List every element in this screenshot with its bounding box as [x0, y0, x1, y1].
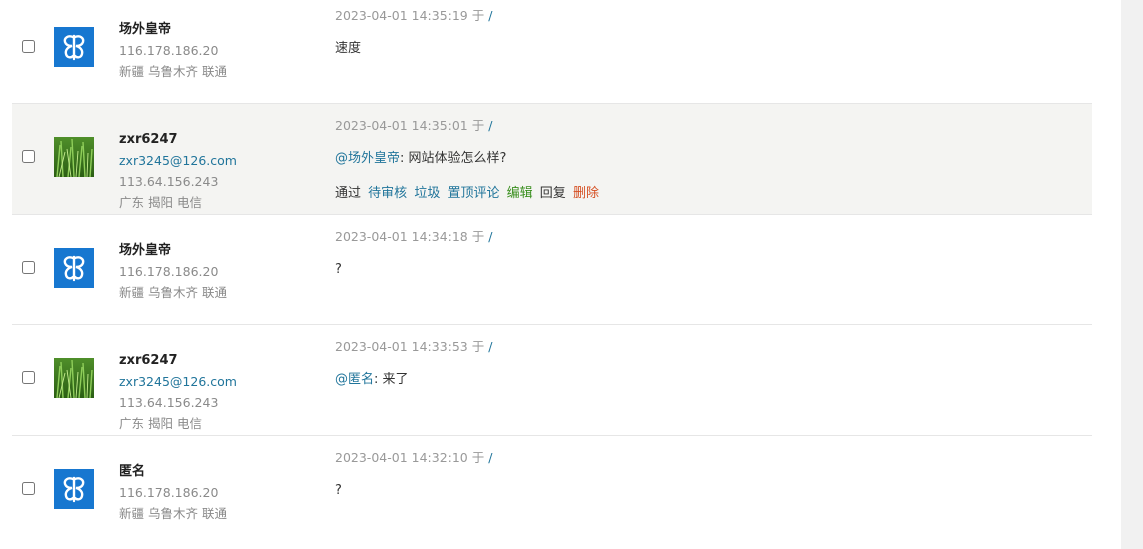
comment-content: 速度: [335, 40, 361, 58]
comment-text: : 网站体验怎么样?: [400, 151, 507, 166]
comment-datetime: 2023-04-01 14:33:53: [335, 339, 468, 354]
avatar-butterfly-icon: [54, 27, 94, 67]
comment-select-checkbox[interactable]: [22, 150, 35, 163]
author-name: 场外皇帝: [119, 22, 172, 37]
comment-select-checkbox[interactable]: [22, 482, 35, 495]
comment-text: : 来了: [374, 372, 409, 387]
comment-meta: 2023-04-01 14:33:53 于 /: [335, 339, 492, 355]
author-ip: 116.178.186.20: [119, 43, 219, 58]
reply-action[interactable]: 回复: [540, 186, 566, 201]
comment-datetime: 2023-04-01 14:35:01: [335, 118, 468, 133]
author-name: 场外皇帝: [119, 243, 172, 258]
comment-content: ?: [335, 261, 342, 279]
comment-meta: 2023-04-01 14:35:19 于 /: [335, 8, 492, 24]
pin-comment-action[interactable]: 置顶评论: [447, 186, 499, 201]
comment-at-label: 于: [471, 229, 485, 244]
comment-post-link[interactable]: /: [488, 229, 492, 244]
comment-text: ?: [335, 262, 342, 277]
comment-post-link[interactable]: /: [488, 450, 492, 465]
comment-content: @匿名: 来了: [335, 371, 409, 389]
comment-at-label: 于: [471, 339, 485, 354]
comment-author-block: 匿名 116.178.186.20 新疆 乌鲁木齐 联通: [119, 462, 319, 524]
comment-datetime: 2023-04-01 14:32:10: [335, 450, 468, 465]
comment-post-link[interactable]: /: [488, 118, 492, 133]
comment-content: @场外皇帝: 网站体验怎么样?: [335, 150, 506, 168]
author-email-link[interactable]: zxr3245@126.com: [119, 150, 319, 171]
comment-row: 场外皇帝 116.178.186.20 新疆 乌鲁木齐 联通 2023-04-0…: [12, 0, 1092, 104]
comment-meta: 2023-04-01 14:34:18 于 /: [335, 229, 492, 245]
comment-author-block: zxr6247 zxr3245@126.com 113.64.156.243 广…: [119, 351, 319, 434]
author-name: 匿名: [119, 464, 146, 479]
comment-text: ?: [335, 483, 342, 498]
author-location: 广东 揭阳 电信: [119, 416, 202, 431]
comment-list: 场外皇帝 116.178.186.20 新疆 乌鲁木齐 联通 2023-04-0…: [12, 0, 1092, 546]
avatar-butterfly-icon: [54, 248, 94, 288]
author-ip: 113.64.156.243: [119, 174, 219, 189]
author-name: zxr6247: [119, 353, 178, 368]
avatar-grass-icon: [54, 358, 94, 398]
author-ip: 116.178.186.20: [119, 485, 219, 500]
approve-action[interactable]: 通过: [335, 186, 361, 201]
comment-post-link[interactable]: /: [488, 8, 492, 23]
pending-action[interactable]: 待审核: [368, 186, 407, 201]
comment-row: 场外皇帝 116.178.186.20 新疆 乌鲁木齐 联通 2023-04-0…: [12, 215, 1092, 325]
comment-select-checkbox[interactable]: [22, 40, 35, 53]
edit-action[interactable]: 编辑: [507, 186, 533, 201]
comment-text: 速度: [335, 41, 362, 56]
author-location: 广东 揭阳 电信: [119, 195, 202, 210]
comment-at-label: 于: [471, 118, 485, 133]
comment-row: zxr6247 zxr3245@126.com 113.64.156.243 广…: [12, 104, 1092, 215]
comment-meta: 2023-04-01 14:35:01 于 /: [335, 118, 492, 134]
author-location: 新疆 乌鲁木齐 联通: [119, 506, 227, 521]
comment-row: 匿名 116.178.186.20 新疆 乌鲁木齐 联通 2023-04-01 …: [12, 436, 1092, 546]
comment-meta: 2023-04-01 14:32:10 于 /: [335, 450, 492, 466]
author-location: 新疆 乌鲁木齐 联通: [119, 64, 227, 79]
author-email-link[interactable]: zxr3245@126.com: [119, 371, 319, 392]
comment-datetime: 2023-04-01 14:35:19: [335, 8, 468, 23]
author-ip: 113.64.156.243: [119, 395, 219, 410]
comment-post-link[interactable]: /: [488, 339, 492, 354]
comment-select-checkbox[interactable]: [22, 261, 35, 274]
author-ip: 116.178.186.20: [119, 264, 219, 279]
comment-author-block: zxr6247 zxr3245@126.com 113.64.156.243 广…: [119, 130, 319, 213]
spam-action[interactable]: 垃圾: [414, 186, 440, 201]
avatar-butterfly-icon: [54, 469, 94, 509]
comment-row-actions: 通过 待审核 垃圾 置顶评论 编辑 回复 删除: [335, 185, 602, 203]
comment-author-block: 场外皇帝 116.178.186.20 新疆 乌鲁木齐 联通: [119, 241, 319, 303]
comment-author-block: 场外皇帝 116.178.186.20 新疆 乌鲁木齐 联通: [119, 20, 319, 82]
comment-at-label: 于: [471, 8, 485, 23]
comment-row: zxr6247 zxr3245@126.com 113.64.156.243 广…: [12, 325, 1092, 436]
avatar-grass-icon: [54, 137, 94, 177]
comment-select-checkbox[interactable]: [22, 371, 35, 384]
comment-mention-link[interactable]: @场外皇帝: [335, 151, 400, 166]
comment-datetime: 2023-04-01 14:34:18: [335, 229, 468, 244]
delete-action[interactable]: 删除: [573, 186, 599, 201]
comment-content: ?: [335, 482, 342, 500]
comment-mention-link[interactable]: @匿名: [335, 372, 374, 387]
author-name: zxr6247: [119, 132, 178, 147]
comment-at-label: 于: [471, 450, 485, 465]
author-location: 新疆 乌鲁木齐 联通: [119, 285, 227, 300]
scrollbar-track[interactable]: [1121, 0, 1143, 549]
